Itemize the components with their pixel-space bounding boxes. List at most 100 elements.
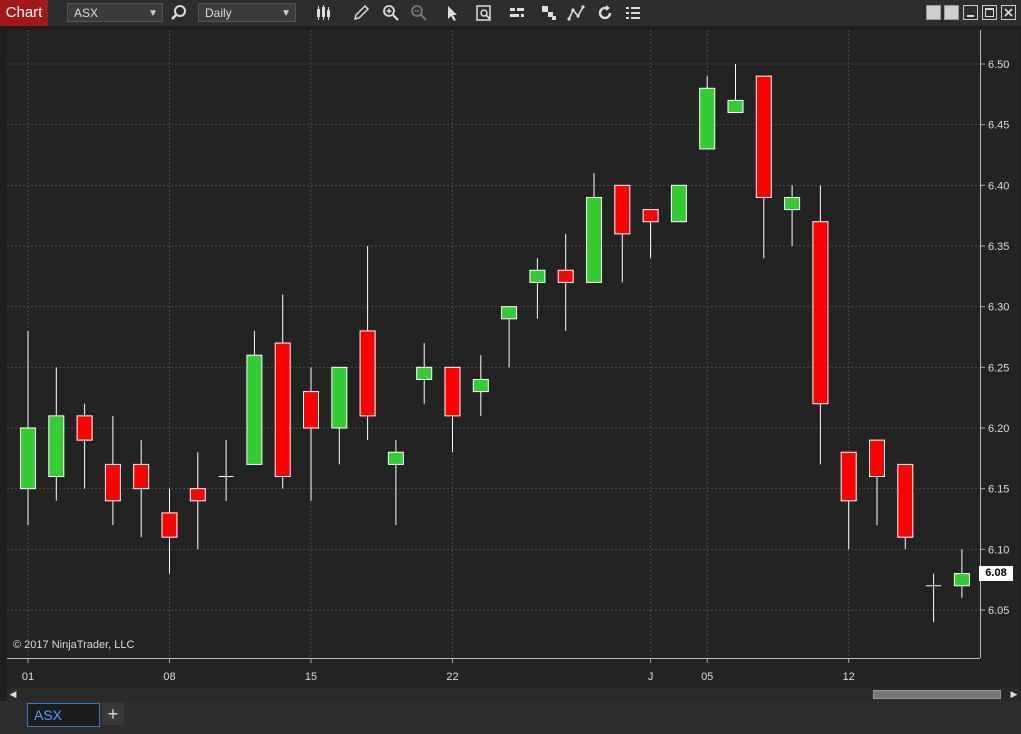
candle [784, 185, 801, 246]
candle-body [359, 330, 376, 417]
candle [416, 343, 433, 404]
drawing-tools-icon[interactable] [567, 4, 585, 22]
candle-body [331, 366, 348, 429]
candle [387, 440, 404, 526]
chevron-down-icon: ▼ [148, 8, 158, 19]
candle [699, 76, 716, 150]
tile-window-button[interactable] [926, 5, 941, 20]
scroll-left-arrow-icon[interactable]: ◀ [7, 688, 19, 701]
candle [557, 233, 574, 331]
candle-body [189, 488, 206, 502]
candle-body [642, 209, 659, 223]
scrollbar-thumb[interactable] [873, 690, 1001, 699]
candle-body [48, 415, 65, 478]
candle [246, 330, 263, 465]
chart-panel[interactable]: 6.05 6.10 6.15 6.20 6.25 6.30 6.35 6.40 6.45 6.50… [7, 30, 1020, 688]
candlestick-chart[interactable]: 6.05 6.10 6.15 6.20 6.25 6.30 6.35 6.40 6.45 6.50… [7, 30, 1020, 688]
candle-body [784, 196, 801, 211]
y-tick-label: 6.20 [988, 423, 1009, 435]
y-tick-label: 6.10 [988, 544, 1009, 556]
close-icon [1004, 8, 1013, 17]
candle [812, 185, 829, 465]
snap-window-button[interactable] [944, 5, 959, 20]
zoom-out-icon[interactable] [410, 4, 428, 22]
indicators-icon[interactable] [540, 4, 558, 22]
last-price-marker: 6.08 [979, 566, 1013, 581]
minimize-button[interactable] [963, 5, 978, 20]
y-tick-label: 6.30 [988, 302, 1009, 314]
candle [897, 463, 914, 550]
bar-type-icon[interactable] [314, 4, 332, 22]
properties-icon[interactable] [624, 4, 642, 22]
candle-body [953, 573, 970, 587]
candle-body [727, 99, 744, 114]
y-tick-label: 6.15 [988, 484, 1009, 496]
candle [303, 367, 319, 501]
horizontal-scrollbar[interactable]: ◀ ▶ [7, 688, 1020, 701]
close-button[interactable] [1001, 5, 1016, 20]
x-tick-label: J [648, 671, 654, 683]
candle-body [699, 87, 716, 150]
x-tick-label: 15 [305, 671, 317, 683]
candle-body [586, 196, 602, 283]
candle [331, 366, 348, 465]
candle-body [529, 269, 546, 283]
chart-axes: 6.05 6.10 6.15 6.20 6.25 6.30 6.35 6.40 6.45 6.50… [7, 30, 1009, 683]
tab-asx[interactable]: ASX [27, 703, 100, 727]
data-box-icon[interactable] [475, 4, 493, 22]
candle-body [303, 391, 319, 429]
candle-body [869, 439, 885, 478]
candle [642, 209, 659, 259]
candle [670, 184, 687, 223]
candle-body [614, 184, 631, 235]
candle [48, 367, 65, 501]
interval-selector[interactable]: Daily ▼ [198, 3, 296, 22]
chevron-down-icon: ▼ [281, 8, 291, 19]
candle [501, 306, 518, 368]
candle [218, 440, 234, 501]
candle [926, 573, 942, 623]
candle [869, 439, 885, 526]
pencil-icon[interactable] [352, 4, 370, 22]
x-tick-label: 05 [701, 671, 713, 683]
chart-grid [7, 30, 980, 658]
candle-body [812, 221, 829, 405]
scroll-right-arrow-icon[interactable]: ▶ [1008, 688, 1020, 701]
y-tick-label: 6.35 [988, 241, 1009, 253]
maximize-button[interactable] [982, 5, 997, 20]
zoom-in-icon[interactable] [382, 4, 400, 22]
copyright-text: © 2017 NinjaTrader, LLC [13, 639, 135, 651]
instrument-selector[interactable]: ASX ▼ [67, 3, 163, 22]
candle-body [501, 306, 518, 320]
y-tick-label: 6.25 [988, 362, 1009, 374]
chart-menu-button[interactable]: Chart [0, 0, 48, 26]
candle [472, 355, 489, 416]
x-tick-label: 22 [446, 671, 458, 683]
instrument-value: ASX [74, 6, 99, 20]
pointer-icon[interactable] [444, 4, 462, 22]
candle-body [246, 354, 263, 465]
candle [755, 75, 772, 259]
candle [189, 452, 206, 550]
candle [529, 258, 546, 319]
add-tab-button[interactable]: + [102, 703, 124, 725]
candle-body [472, 378, 489, 393]
strategies-icon[interactable] [508, 4, 526, 22]
candle [586, 173, 602, 283]
tab-strip: ASX + [0, 701, 1021, 734]
candle-body [161, 512, 178, 538]
candle [614, 184, 631, 283]
candle [161, 488, 178, 574]
candle-body [274, 342, 291, 478]
candle-body [444, 366, 461, 417]
search-icon[interactable] [170, 4, 188, 22]
candle-body [897, 463, 914, 538]
y-tick-label: 6.50 [988, 59, 1009, 71]
candle-body [755, 75, 772, 198]
interval-value: Daily [205, 6, 232, 20]
y-tick-label: 6.45 [988, 120, 1009, 132]
candle [359, 246, 376, 441]
reload-icon[interactable] [596, 4, 614, 22]
x-tick-label: 08 [163, 671, 175, 683]
candle-series [20, 64, 970, 623]
